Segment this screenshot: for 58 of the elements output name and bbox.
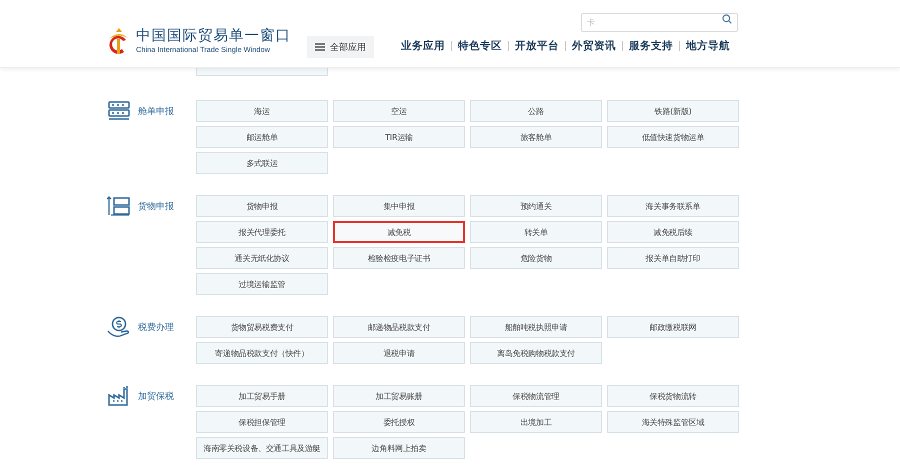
app-tile[interactable]: 预约通关 [470,195,602,217]
app-tile[interactable]: TIR运输 [333,126,465,148]
app-tile[interactable]: 海关事务联系单 [607,195,739,217]
app-tile[interactable]: 报关代理委托 [196,221,328,243]
app-tile[interactable]: 保税物流管理 [470,385,602,407]
coin-hand-icon [107,316,131,338]
nav-link[interactable]: 服务支持 [629,39,673,53]
app-tile[interactable]: 邮递物品税款支付 [333,316,465,338]
app-tile[interactable]: 低值快速货物运单 [607,126,739,148]
search-icon [722,14,732,24]
app-tile[interactable]: 通关无纸化协议 [196,247,328,269]
app-tile[interactable] [196,68,328,76]
section-title: 货物申报 [138,200,175,213]
app-tile[interactable]: 报关单自助打印 [607,247,739,269]
app-tile[interactable]: 铁路(新版) [607,100,739,122]
app-tile[interactable]: 集中申报 [333,195,465,217]
app-tile[interactable]: 保税担保管理 [196,411,328,433]
server-rack-icon [107,100,131,122]
app-tile[interactable]: 海关特殊监管区域 [607,411,739,433]
site-title: 中国国际贸易单一窗口 [136,27,291,45]
menu-icon [315,43,325,51]
app-tile[interactable]: 退税申请 [333,342,465,364]
app-tile[interactable]: 检验检疫电子证书 [333,247,465,269]
app-tile[interactable]: 加工贸易手册 [196,385,328,407]
app-tile[interactable]: 边角料网上拍卖 [333,437,465,459]
app-tile[interactable]: 多式联运 [196,152,328,174]
app-tile[interactable]: 海南零关税设备、交通工具及游艇 [196,437,328,459]
app-tile[interactable]: 货物贸易税费支付 [196,316,328,338]
factory-icon [107,385,131,407]
app-tile[interactable]: 货物申报 [196,195,328,217]
app-tile[interactable]: 海运 [196,100,328,122]
nav-link[interactable]: 业务应用 [401,39,445,53]
stacked-boxes-icon [107,195,131,217]
nav-link[interactable]: 特色专区 [458,39,502,53]
app-tile[interactable]: 转关单 [470,221,602,243]
app-tile[interactable]: 委托授权 [333,411,465,433]
app-tile[interactable]: 出境加工 [470,411,602,433]
app-tile[interactable]: 加工贸易账册 [333,385,465,407]
nav-link[interactable]: 外贸资讯 [572,39,616,53]
app-tile[interactable]: 过境运输监管 [196,273,328,295]
nav-link[interactable]: 开放平台 [515,39,559,53]
app-tile[interactable]: 空运 [333,100,465,122]
app-tile[interactable]: 邮运舱单 [196,126,328,148]
all-apps-button[interactable]: 全部应用 [307,36,374,58]
app-tile[interactable]: 旅客舱单 [470,126,602,148]
app-tile[interactable]: 船舶吨税执照申请 [470,316,602,338]
app-tile[interactable]: 公路 [470,100,602,122]
app-tile[interactable]: 离岛免税购物税款支付 [470,342,602,364]
section-title: 税费办理 [138,322,175,334]
app-tile[interactable]: 减免税后续 [607,221,739,243]
app-tile[interactable]: 减免税 [333,221,465,243]
nav-link[interactable]: 地方导航 [686,39,730,53]
app-tile[interactable]: 寄递物品税款支付（快件） [196,342,328,364]
app-tile[interactable]: 危险货物 [470,247,602,269]
app-tile[interactable]: 邮政缴税联网 [607,316,739,338]
app-tile[interactable]: 保税货物流转 [607,385,739,407]
section-title: 加贸保税 [138,390,175,403]
section-title: 舱单申报 [138,106,175,118]
